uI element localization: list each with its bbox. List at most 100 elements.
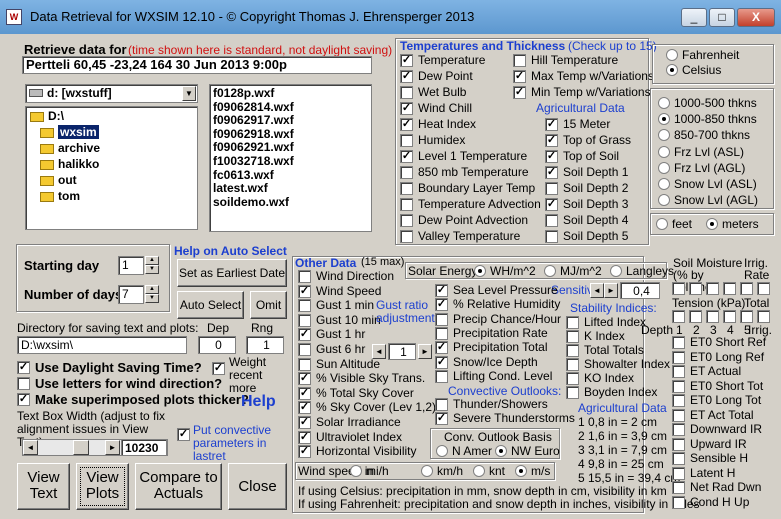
other-option-checkbox[interactable]: ✓ — [298, 328, 311, 342]
file-item[interactable]: f09062917.wxf — [213, 114, 368, 128]
energy-option-checkbox[interactable] — [672, 437, 685, 451]
other-option-checkbox[interactable] — [435, 312, 448, 326]
file-item[interactable]: f09062918.wxf — [213, 127, 368, 142]
wind-unit-radio[interactable] — [350, 465, 362, 477]
wind-unit-radio[interactable] — [421, 465, 433, 477]
folder-item[interactable]: wxsim — [40, 125, 99, 140]
sensitivity-right-icon[interactable]: ► — [604, 283, 618, 298]
energy-option-checkbox[interactable] — [672, 481, 685, 494]
file-item[interactable]: fc0613.wxf — [213, 168, 368, 183]
temp-option-checkbox[interactable] — [400, 166, 413, 179]
agri-option-checkbox[interactable]: ✓ — [545, 150, 558, 163]
other-option-checkbox[interactable]: ✓ — [298, 284, 311, 298]
convective-option-checkbox[interactable]: ✓ — [435, 412, 448, 425]
file-item[interactable]: latest.wxf — [213, 182, 368, 196]
energy-option-checkbox[interactable] — [672, 365, 685, 378]
dropdown-arrow-icon[interactable]: ▼ — [182, 86, 196, 101]
thicker-checkbox[interactable]: ✓ — [17, 393, 30, 406]
textbox-width-slider[interactable]: ◄ ► 10230 — [22, 439, 168, 456]
convective-checkbox[interactable]: ✓ — [177, 428, 190, 441]
other-option-checkbox[interactable]: ✓ — [298, 416, 311, 429]
temp-option-checkbox[interactable] — [400, 198, 413, 211]
soil-tension-checkbox[interactable] — [706, 310, 719, 323]
close-button[interactable]: Close — [228, 463, 287, 510]
number-of-days-input[interactable]: 7 — [118, 285, 144, 304]
dst-checkbox[interactable]: ✓ — [17, 361, 30, 374]
soil-moisture-checkbox[interactable] — [723, 282, 736, 295]
temp-unit-radio[interactable] — [666, 64, 678, 76]
other-option-checkbox[interactable] — [298, 270, 311, 283]
agri-option-checkbox[interactable] — [545, 230, 558, 243]
agri-option-checkbox[interactable]: ✓ — [545, 198, 558, 211]
folder-item[interactable]: out — [40, 173, 77, 188]
other-option-checkbox[interactable]: ✓ — [435, 298, 448, 312]
other-option-checkbox[interactable]: ✓ — [298, 430, 311, 444]
auto-select-help-link[interactable]: Help on Auto Select — [174, 244, 287, 258]
rng-input[interactable]: 1 — [246, 336, 284, 354]
help-link[interactable]: Help — [241, 393, 276, 411]
other-option-checkbox[interactable]: ✓ — [298, 445, 311, 459]
solar-unit-radio[interactable] — [610, 265, 622, 277]
sensitivity-input[interactable]: 0,4 — [620, 282, 660, 299]
weight-checkbox[interactable]: ✓ — [212, 362, 225, 375]
solar-unit-radio[interactable] — [544, 265, 556, 277]
soil-moisture-checkbox[interactable] — [689, 282, 702, 295]
temp-option-checkbox[interactable] — [400, 86, 413, 99]
temp-option-checkbox[interactable]: ✓ — [400, 150, 413, 163]
energy-option-checkbox[interactable] — [672, 408, 685, 422]
stability-option-checkbox[interactable] — [566, 358, 579, 371]
conv-basis-radio[interactable] — [495, 445, 507, 457]
starting-day-input[interactable]: 1 — [118, 256, 144, 275]
temp-option-checkbox[interactable]: ✓ — [400, 102, 413, 115]
file-item[interactable]: f10032718.wxf — [213, 154, 368, 169]
window-close-button[interactable]: X — [737, 8, 775, 27]
other-option-checkbox[interactable]: ✓ — [298, 401, 311, 415]
agri-option-checkbox[interactable] — [545, 214, 558, 227]
file-list[interactable]: f0128p.wxf f09062814.wxf f09062917.wxf f090… — [209, 84, 372, 232]
thickness-radio[interactable] — [658, 145, 670, 158]
number-of-days-up-icon[interactable]: ▲ — [145, 285, 159, 294]
stability-option-checkbox[interactable] — [566, 386, 579, 399]
scroll-thumb[interactable] — [73, 440, 89, 455]
soil-tension-checkbox[interactable] — [757, 310, 770, 323]
temp-option-checkbox[interactable] — [400, 134, 413, 147]
soil-moisture-checkbox[interactable] — [672, 282, 685, 295]
temp-option-checkbox[interactable] — [400, 230, 413, 243]
energy-option-checkbox[interactable] — [672, 466, 685, 480]
other-option-checkbox[interactable] — [298, 357, 311, 371]
stability-option-checkbox[interactable] — [566, 330, 579, 343]
height-unit-radio[interactable] — [656, 218, 668, 230]
dep-input[interactable]: 0 — [198, 336, 236, 354]
soil-tension-checkbox[interactable] — [723, 310, 736, 323]
file-item[interactable]: f0128p.wxf — [213, 86, 368, 101]
wind-unit-radio[interactable] — [515, 465, 527, 477]
textbox-width-value[interactable]: 10230 — [121, 439, 167, 456]
stability-option-checkbox[interactable] — [566, 372, 579, 385]
agri-option-checkbox[interactable] — [545, 182, 558, 195]
number-of-days-down-icon[interactable]: ▼ — [145, 294, 159, 303]
gust-ratio-left-icon[interactable]: ◄ — [372, 344, 386, 359]
energy-option-checkbox[interactable] — [672, 423, 685, 436]
starting-day-up-icon[interactable]: ▲ — [145, 256, 159, 265]
energy-option-checkbox[interactable] — [672, 394, 685, 407]
file-item[interactable]: soildemo.wxf — [213, 195, 368, 210]
file-item[interactable]: f09062814.wxf — [213, 100, 368, 115]
temp-option-checkbox[interactable] — [513, 54, 526, 67]
energy-option-checkbox[interactable] — [672, 350, 685, 364]
other-option-checkbox[interactable]: ✓ — [298, 372, 311, 386]
temp-option-checkbox[interactable]: ✓ — [513, 86, 526, 99]
view-plots-button[interactable]: View Plots — [76, 463, 129, 510]
convective-option-checkbox[interactable] — [435, 398, 448, 411]
directory-input[interactable]: D:\wxsim\ — [17, 336, 187, 354]
thickness-radio[interactable] — [658, 97, 670, 109]
auto-select-button[interactable]: Auto Select — [177, 291, 244, 319]
stability-option-checkbox[interactable] — [566, 316, 579, 329]
soil-tension-checkbox[interactable] — [740, 310, 753, 323]
other-option-checkbox[interactable] — [435, 369, 448, 383]
view-text-button[interactable]: View Text — [17, 463, 70, 510]
other-option-checkbox[interactable] — [298, 343, 311, 356]
set-earliest-date-button[interactable]: Set as Earliest Date — [177, 259, 287, 287]
folder-item[interactable]: tom — [40, 189, 80, 204]
maximize-button[interactable]: □ — [709, 8, 735, 27]
energy-option-checkbox[interactable] — [672, 336, 685, 349]
